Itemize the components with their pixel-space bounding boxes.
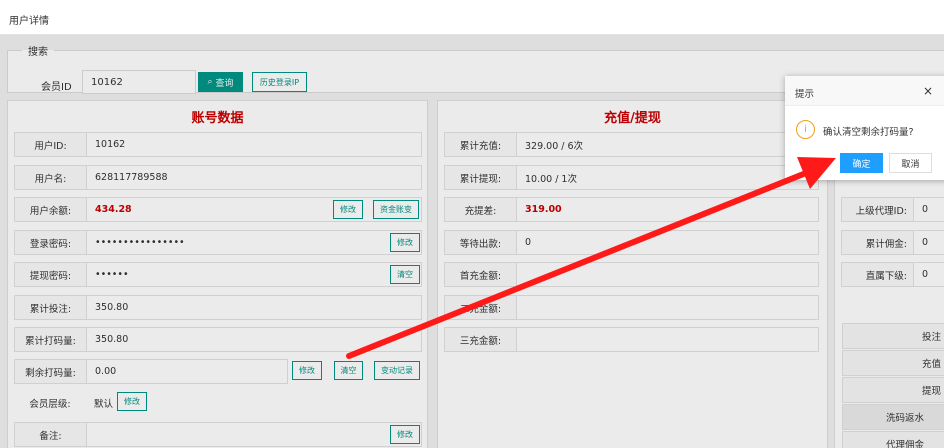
window-titlebar: 用户详情 [0, 0, 944, 35]
confirm-dialog: 提示 × i 确认清空剩余打码量? 确定 取消 [785, 76, 944, 180]
confirm-cancel-button[interactable]: 取消 [889, 153, 932, 173]
confirm-ok-button[interactable]: 确定 [840, 153, 883, 173]
dialog-message: 确认清空剩余打码量? [823, 127, 914, 138]
dialog-title: 提示 [795, 89, 815, 100]
close-icon[interactable]: × [923, 84, 933, 98]
dialog-titlebar: 提示 × [785, 76, 944, 106]
window-title: 用户详情 [9, 16, 49, 27]
info-icon: i [796, 120, 815, 139]
